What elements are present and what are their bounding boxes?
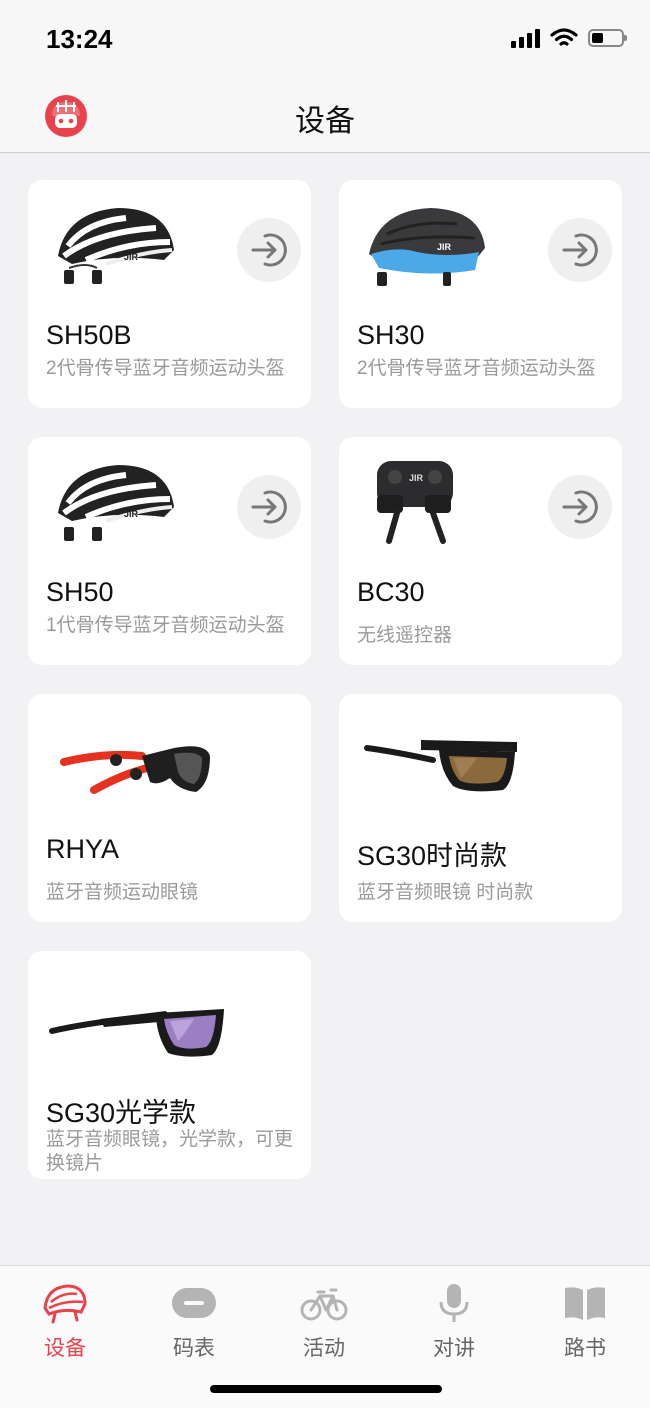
device-name: SG30光学款 bbox=[46, 1098, 197, 1128]
device-card[interactable]: RHYA 蓝牙音频运动眼镜 bbox=[28, 694, 311, 922]
device-name: SH50B bbox=[46, 320, 132, 350]
tab-intercom[interactable]: 对讲 bbox=[409, 1282, 499, 1362]
connect-button[interactable] bbox=[237, 218, 301, 282]
microphone-icon bbox=[439, 1284, 469, 1322]
device-description: 蓝牙音频眼镜 时尚款 bbox=[357, 882, 534, 903]
battery-level bbox=[592, 33, 603, 43]
fashion-glasses-icon bbox=[364, 740, 517, 792]
device-card[interactable]: JIR SH50 1代骨传导蓝牙音频运动头盔 bbox=[28, 437, 311, 665]
status-icons bbox=[511, 28, 627, 48]
device-name: SH30 bbox=[357, 320, 425, 350]
svg-text:JIR: JIR bbox=[409, 473, 424, 483]
remote-control-icon: JIR bbox=[377, 461, 453, 544]
optical-glasses-icon bbox=[49, 1009, 224, 1057]
arrow-enter-icon bbox=[251, 490, 287, 524]
svg-text:JIR: JIR bbox=[124, 252, 139, 262]
connect-button[interactable] bbox=[548, 475, 612, 539]
bike-computer-icon bbox=[172, 1288, 216, 1318]
page-title: 设备 bbox=[295, 105, 355, 138]
device-card[interactable]: SG30光学款 蓝牙音频眼镜，光学款，可更换镜片 bbox=[28, 951, 311, 1179]
device-name: SH50 bbox=[46, 577, 114, 607]
status-time: 13:24 bbox=[46, 24, 113, 54]
device-description: 蓝牙音频运动眼镜 bbox=[46, 882, 199, 903]
tab-label: 活动 bbox=[303, 1337, 345, 1360]
device-name: BC30 bbox=[357, 577, 425, 607]
tab-label: 设备 bbox=[44, 1337, 86, 1360]
device-name: RHYA bbox=[46, 834, 120, 864]
device-name: SG30时尚款 bbox=[357, 841, 508, 871]
arrow-enter-icon bbox=[562, 233, 598, 267]
tab-roadbook[interactable]: 路书 bbox=[540, 1282, 630, 1362]
helmet-blue-icon: JIR bbox=[369, 208, 485, 286]
arrow-enter-icon bbox=[251, 233, 287, 267]
device-description: 2代骨传导蓝牙音频运动头盔 bbox=[46, 358, 285, 379]
arrow-enter-icon bbox=[562, 490, 598, 524]
helmet-white-icon: JIR bbox=[58, 465, 174, 541]
device-description: 蓝牙音频眼镜，光学款，可更换镜片 bbox=[46, 1129, 294, 1174]
connect-button[interactable] bbox=[548, 218, 612, 282]
tab-label: 路书 bbox=[564, 1337, 606, 1360]
sport-glasses-icon bbox=[60, 746, 210, 794]
tab-label: 对讲 bbox=[433, 1337, 475, 1360]
connect-button[interactable] bbox=[237, 475, 301, 539]
bicycle-icon bbox=[300, 1288, 348, 1321]
book-icon bbox=[565, 1287, 605, 1320]
device-description: 无线遥控器 bbox=[357, 625, 453, 646]
tab-devices[interactable]: 设备 bbox=[20, 1282, 110, 1362]
device-card[interactable]: JIR SH50B 2代骨传导蓝牙音频运动头盔 bbox=[28, 180, 311, 408]
tab-label: 码表 bbox=[173, 1337, 215, 1360]
cellular-signal-icon bbox=[511, 28, 540, 48]
tab-activity[interactable]: 活动 bbox=[279, 1282, 369, 1362]
device-card[interactable]: JIR SH30 2代骨传导蓝牙音频运动头盔 bbox=[339, 180, 622, 408]
device-description: 2代骨传导蓝牙音频运动头盔 bbox=[357, 358, 596, 379]
status-bar: 13:24 bbox=[0, 0, 650, 80]
battery-icon bbox=[588, 29, 627, 47]
svg-text:JIR: JIR bbox=[124, 509, 139, 519]
helmet-white-icon: JIR bbox=[58, 208, 174, 284]
nav-bar: 设备 bbox=[0, 80, 650, 153]
device-card[interactable]: JIR BC30 无线遥控器 bbox=[339, 437, 622, 665]
svg-text:JIR: JIR bbox=[437, 242, 452, 252]
tab-bike-computer[interactable]: 码表 bbox=[149, 1282, 239, 1362]
device-card[interactable]: SG30时尚款 蓝牙音频眼镜 时尚款 bbox=[339, 694, 622, 922]
helmet-icon bbox=[43, 1284, 87, 1324]
device-description: 1代骨传导蓝牙音频运动头盔 bbox=[46, 615, 285, 636]
home-indicator[interactable] bbox=[210, 1385, 442, 1393]
wifi-icon bbox=[550, 28, 578, 46]
